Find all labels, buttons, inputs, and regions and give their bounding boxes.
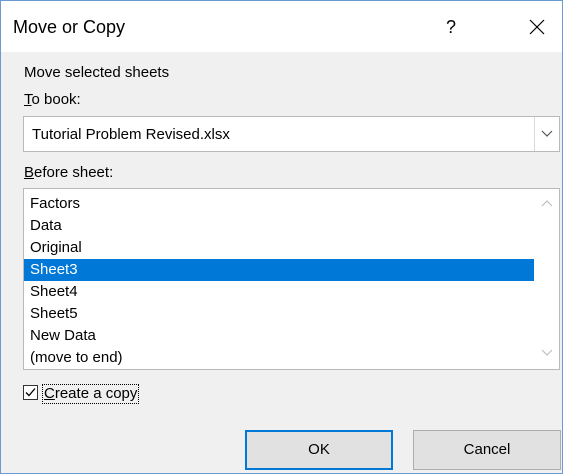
move-or-copy-dialog: Move or Copy ? Move selected sheets To b… [0,0,563,474]
list-scrollbar[interactable] [535,189,559,369]
close-icon [529,19,545,35]
sheet-list-item[interactable]: New Data [24,325,534,347]
chevron-down-icon [541,130,553,137]
create-copy-checkbox[interactable] [23,385,38,400]
sheet-list-items: Factors Data Original Sheet3 Sheet4 Sheet5 New… [24,193,534,369]
instruction-text: Move selected sheets [24,64,170,81]
dialog-title: Move or Copy [13,17,126,37]
ok-button[interactable]: OK [245,430,393,470]
question-mark-icon: ? [445,17,456,37]
to-book-label: To book: [24,91,81,108]
dropdown-button[interactable] [534,117,559,151]
to-book-value: Tutorial Problem Revised.xlsx [32,126,230,143]
close-button[interactable] [517,7,557,47]
cancel-button[interactable]: Cancel [413,430,561,470]
chevron-up-icon[interactable] [541,199,553,207]
help-button[interactable]: ? [431,7,471,47]
sheet-list-item[interactable]: Data [24,215,534,237]
create-copy-label[interactable]: Create a copy [42,384,140,404]
sheet-list-item[interactable]: (move to end) [24,347,534,369]
sheet-list-item[interactable]: Original [24,237,534,259]
sheet-list-item[interactable]: Factors [24,193,534,215]
before-sheet-label: Before sheet: [24,164,114,181]
to-book-dropdown[interactable]: Tutorial Problem Revised.xlsx [23,116,560,152]
before-sheet-list[interactable]: Factors Data Original Sheet3 Sheet4 Sheet5 New… [23,188,560,370]
chevron-down-icon[interactable] [541,349,553,357]
checkmark-icon [25,388,36,397]
title-bar: Move or Copy ? [1,1,562,52]
sheet-list-item[interactable]: Sheet3 [24,259,534,281]
sheet-list-item[interactable]: Sheet5 [24,303,534,325]
sheet-list-item[interactable]: Sheet4 [24,281,534,303]
